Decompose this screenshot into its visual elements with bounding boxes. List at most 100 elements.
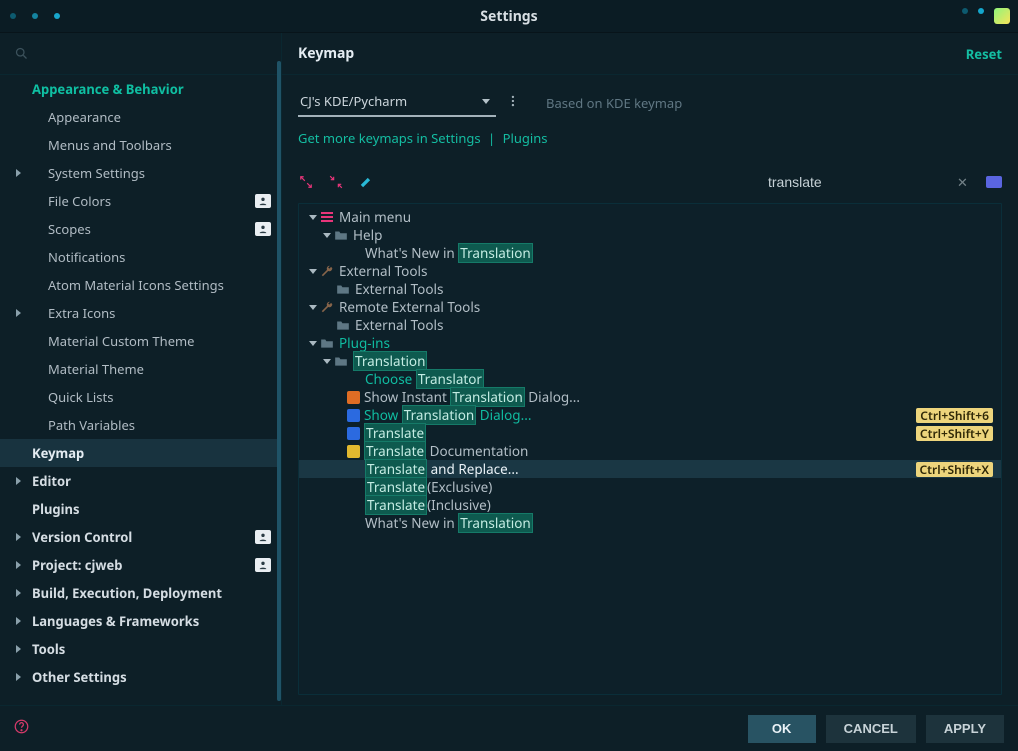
sidebar-item-label: Appearance (48, 108, 121, 126)
cancel-button[interactable]: CANCEL (826, 715, 916, 743)
reset-link[interactable]: Reset (966, 45, 1002, 63)
sidebar-item-label: Project: cjweb (32, 556, 122, 574)
tree-row[interactable]: What's New in Translation (299, 244, 1001, 262)
chevron-right-icon (14, 561, 22, 569)
sidebar-item-material-theme[interactable]: Material Theme (0, 355, 281, 383)
sidebar-item-extra-icons[interactable]: Extra Icons (0, 299, 281, 327)
tree-row[interactable]: Remote External Tools (299, 298, 1001, 316)
sidebar-item-label: Build, Execution, Deployment (32, 584, 222, 602)
tree-row[interactable]: Translate Documentation (299, 442, 1001, 460)
sidebar-item-editor[interactable]: Editor (0, 467, 281, 495)
sidebar-item-tools[interactable]: Tools (0, 635, 281, 663)
tree-row[interactable]: TranslateCtrl+Shift+Y (299, 424, 1001, 442)
tree-row[interactable]: External Tools (299, 280, 1001, 298)
project-badge-icon (255, 194, 271, 208)
sidebar-item-label: Quick Lists (48, 388, 113, 406)
shortcut-badge: Ctrl+Shift+Y (916, 426, 993, 441)
sidebar-item-system-settings[interactable]: System Settings (0, 159, 281, 187)
sidebar-item-build-execution-deployment[interactable]: Build, Execution, Deployment (0, 579, 281, 607)
action-icon (347, 409, 360, 422)
sidebar-item-notifications[interactable]: Notifications (0, 243, 281, 271)
content-pane: Keymap Reset CJ's KDE/Pycharm Based on K… (282, 33, 1018, 705)
keymap-selector-row: CJ's KDE/Pycharm Based on KDE keymap (298, 89, 1002, 117)
sidebar-item-languages-frameworks[interactable]: Languages & Frameworks (0, 607, 281, 635)
sidebar-item-label: Notifications (48, 248, 125, 266)
tree-row[interactable]: Main menu (299, 208, 1001, 226)
tree-row[interactable]: Translate(Inclusive) (299, 496, 1001, 514)
gear-icon[interactable] (510, 94, 524, 112)
sidebar-item-label: Path Variables (48, 416, 135, 434)
sidebar-scrollbar[interactable] (277, 61, 281, 701)
tree-row[interactable]: Show Instant Translation Dialog... (299, 388, 1001, 406)
wrench-icon (319, 299, 335, 315)
chevron-down-icon (482, 99, 490, 104)
sidebar-item-plugins[interactable]: Plugins (0, 495, 281, 523)
sidebar-item-file-colors[interactable]: File Colors (0, 187, 281, 215)
content-header: Keymap Reset (282, 33, 1018, 75)
tree-row[interactable]: What's New in Translation (299, 514, 1001, 532)
dropdown-value: CJ's KDE/Pycharm (300, 92, 407, 110)
titlebar: Settings (0, 0, 1018, 33)
sidebar-item-appearance[interactable]: Appearance (0, 103, 281, 131)
chevron-right-icon (14, 477, 22, 485)
folder-icon (333, 227, 349, 243)
edit-icon[interactable] (358, 174, 374, 190)
project-badge-icon (255, 558, 271, 572)
shortcut-badge: Ctrl+Shift+6 (916, 408, 993, 423)
sidebar-item-label: Plugins (32, 500, 79, 518)
sidebar-item-material-custom-theme[interactable]: Material Custom Theme (0, 327, 281, 355)
chevron-right-icon (14, 589, 22, 597)
sidebar-item-label: Appearance & Behavior (32, 80, 184, 98)
tree-row[interactable]: Translate(Exclusive) (299, 478, 1001, 496)
keymap-tree-panel: Main menu Help What's New in Translation… (298, 203, 1002, 695)
tree-row[interactable]: External Tools (299, 262, 1001, 280)
tree-search[interactable]: ✕ (760, 169, 960, 195)
sidebar-item-menus-and-toolbars[interactable]: Menus and Toolbars (0, 131, 281, 159)
sidebar-item-path-variables[interactable]: Path Variables (0, 411, 281, 439)
sidebar-item-label: Material Custom Theme (48, 332, 195, 350)
sidebar-item-version-control[interactable]: Version Control (0, 523, 281, 551)
sidebar-item-label: Keymap (32, 444, 84, 462)
sidebar-item-label: Atom Material Icons Settings (48, 276, 224, 294)
sidebar-item-appearance-behavior[interactable]: Appearance & Behavior (0, 75, 281, 103)
shortcut-badge: Ctrl+Shift+X (916, 462, 994, 477)
settings-link[interactable]: Get more keymaps in Settings (298, 129, 481, 147)
sidebar-item-quick-lists[interactable]: Quick Lists (0, 383, 281, 411)
tree-row[interactable]: Plug-ins (299, 334, 1001, 352)
collapse-all-icon[interactable] (328, 174, 344, 190)
tree-row[interactable]: Choose Translator (299, 370, 1001, 388)
settings-window: Settings Appearance & BehaviorAppearance… (0, 0, 1018, 751)
apply-button[interactable]: APPLY (926, 715, 1004, 743)
tree-row[interactable]: External Tools (299, 316, 1001, 334)
chevron-right-icon (14, 617, 22, 625)
expand-all-icon[interactable] (298, 174, 314, 190)
sidebar: Appearance & Behavior Appearance Menus and… (0, 33, 282, 705)
tree-row[interactable]: Help (299, 226, 1001, 244)
sidebar-item-label: Languages & Frameworks (32, 612, 199, 630)
sidebar-item-label: Material Theme (48, 360, 144, 378)
sidebar-nav: Appearance & Behavior Appearance Menus and… (0, 75, 281, 705)
sidebar-item-label: Version Control (32, 528, 132, 546)
tree-row[interactable]: Show Translation Dialog...Ctrl+Shift+6 (299, 406, 1001, 424)
sidebar-item-label: Scopes (48, 220, 91, 238)
sidebar-item-keymap[interactable]: Keymap (0, 439, 281, 467)
chevron-right-icon (14, 169, 22, 177)
keymap-dropdown[interactable]: CJ's KDE/Pycharm (298, 89, 496, 117)
sidebar-item-atom-material-icons-settings[interactable]: Atom Material Icons Settings (0, 271, 281, 299)
tree-row[interactable]: Translate and Replace...Ctrl+Shift+X (299, 460, 1001, 478)
sidebar-item-other-settings[interactable]: Other Settings (0, 663, 281, 691)
window-title: Settings (0, 7, 1018, 26)
help-icon[interactable] (14, 719, 29, 738)
clear-search-icon[interactable]: ✕ (957, 173, 968, 191)
sidebar-item-project-cjweb[interactable]: Project: cjweb (0, 551, 281, 579)
sidebar-item-scopes[interactable]: Scopes (0, 215, 281, 243)
keymap-tree[interactable]: Main menu Help What's New in Translation… (299, 204, 1001, 536)
plugins-link[interactable]: Plugins (503, 129, 548, 147)
tree-row[interactable]: Translation (299, 352, 1001, 370)
sidebar-search[interactable] (0, 33, 281, 75)
action-icon (347, 427, 360, 440)
tree-search-input[interactable] (768, 174, 949, 190)
wrench-icon (319, 263, 335, 279)
filter-icon[interactable] (986, 176, 1002, 188)
ok-button[interactable]: OK (748, 715, 816, 743)
